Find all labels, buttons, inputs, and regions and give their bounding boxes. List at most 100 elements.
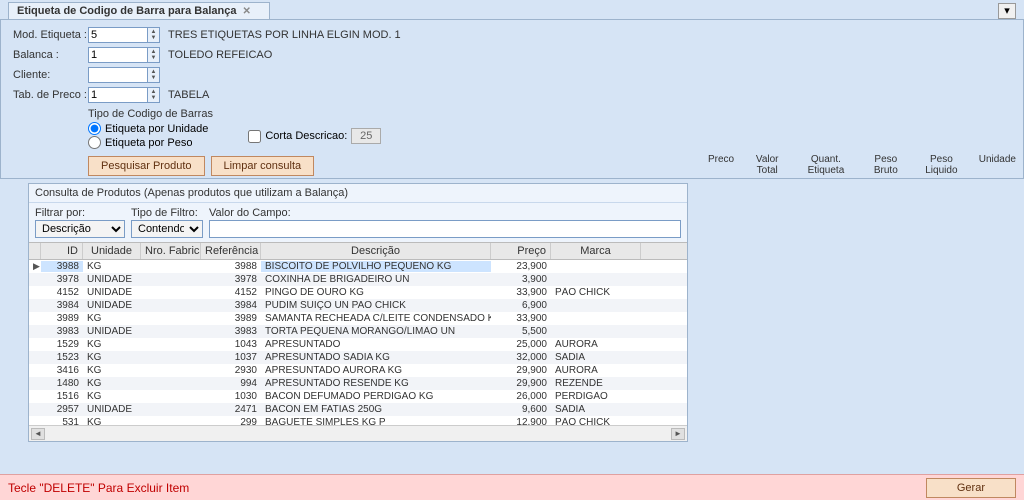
tab-preco-desc: TABELA [168, 89, 209, 101]
scroll-right-icon[interactable]: ► [671, 428, 685, 440]
cell-referencia: 3984 [201, 300, 261, 311]
valor-campo-input[interactable] [209, 220, 681, 238]
corta-descricao-value[interactable] [351, 128, 381, 144]
col-preco2: Preco [700, 152, 742, 178]
col-unidade[interactable]: Unidade [83, 243, 141, 259]
grid-header: ID Unidade Nro. Fabricante Referência De… [29, 242, 687, 260]
table-row[interactable]: 3984UNIDADE3984PUDIM SUIÇO UN PAO CHICK6… [29, 299, 687, 312]
col-nro-fabricante[interactable]: Nro. Fabricante [141, 243, 201, 259]
tab-preco-spinner[interactable]: ▲▼ [148, 87, 160, 103]
col-unidade2: Unidade [971, 152, 1024, 178]
cell-descricao: BACON DEFUMADO PERDIGAO KG [261, 391, 491, 402]
cell-preco: 9,600 [491, 404, 551, 415]
cell-unidade: UNIDADE [83, 404, 141, 415]
balanca-desc: TOLEDO REFEICAO [168, 49, 272, 61]
cliente-input[interactable] [88, 67, 148, 83]
col-quant-etiqueta: Quant. Etiqueta [792, 152, 859, 178]
grid-body[interactable]: ▶3988KG3988BISCOITO DE POLVILHO PEQUENO … [29, 260, 687, 425]
cell-unidade: KG [83, 378, 141, 389]
chevron-down-icon: ▾ [1004, 4, 1010, 17]
cell-id: 3989 [41, 313, 83, 324]
cell-descricao: PINGO DE OURO KG [261, 287, 491, 298]
mod-etiqueta-input[interactable] [88, 27, 148, 43]
active-tab[interactable]: Etiqueta de Codigo de Barra para Balança… [8, 2, 270, 19]
corta-descricao-checkbox[interactable] [248, 130, 261, 143]
table-row[interactable]: 1480KG994APRESUNTADO RESENDE KG29,900REZ… [29, 377, 687, 390]
col-preco[interactable]: Preço [491, 243, 551, 259]
delete-hint: Tecle "DELETE" Para Excluir Item [8, 481, 189, 495]
cell-referencia: 2930 [201, 365, 261, 376]
table-row[interactable]: 3983UNIDADE3983TORTA PEQUENA MORANGO/LIM… [29, 325, 687, 338]
cell-unidade: UNIDADE [83, 274, 141, 285]
window-menu-button[interactable]: ▾ [998, 3, 1016, 19]
table-row[interactable]: 3978UNIDADE3978COXINHA DE BRIGADEIRO UN3… [29, 273, 687, 286]
cell-marca: SADIA [551, 352, 641, 363]
cell-descricao: BISCOITO DE POLVILHO PEQUENO KG [261, 261, 491, 272]
radio-peso[interactable] [88, 136, 101, 149]
cell-unidade: KG [83, 313, 141, 324]
cell-id: 3416 [41, 365, 83, 376]
cell-descricao: PUDIM SUIÇO UN PAO CHICK [261, 300, 491, 311]
cell-descricao: APRESUNTADO RESENDE KG [261, 378, 491, 389]
cliente-spinner[interactable]: ▲▼ [148, 67, 160, 83]
cell-id: 1529 [41, 339, 83, 350]
cell-unidade: KG [83, 352, 141, 363]
tab-preco-label: Tab. de Preco : [13, 89, 88, 101]
cell-preco: 29,900 [491, 365, 551, 376]
right-grid-headers: Preco Valor Total Quant. Etiqueta Peso B… [700, 152, 1024, 178]
table-row[interactable]: 4152UNIDADE4152PINGO DE OURO KG33,900PÃO… [29, 286, 687, 299]
corta-descricao-label: Corta Descricao: [265, 130, 347, 142]
cell-preco: 33,900 [491, 313, 551, 324]
close-icon[interactable]: ✕ [242, 6, 250, 17]
consulta-produtos-panel: Consulta de Produtos (Apenas produtos qu… [28, 183, 688, 442]
table-row[interactable]: 531KG299BAGUETE SIMPLES KG P12,900PÃO CH… [29, 416, 687, 425]
tipo-filtro-select[interactable]: Contendo: [131, 220, 203, 238]
col-descricao[interactable]: Descrição [261, 243, 491, 259]
cell-marca: AURORA [551, 365, 641, 376]
cell-unidade: KG [83, 261, 141, 272]
col-id[interactable]: ID [41, 243, 83, 259]
scroll-left-icon[interactable]: ◄ [31, 428, 45, 440]
radio-unidade[interactable] [88, 122, 101, 135]
cell-id: 1523 [41, 352, 83, 363]
horizontal-scrollbar[interactable]: ◄ ► [29, 425, 687, 441]
mod-etiqueta-spinner[interactable]: ▲▼ [148, 27, 160, 43]
table-row[interactable]: 1516KG1030BACON DEFUMADO PERDIGAO KG26,0… [29, 390, 687, 403]
limpar-consulta-button[interactable]: Limpar consulta [211, 156, 315, 176]
cell-unidade: KG [83, 417, 141, 425]
balanca-input[interactable] [88, 47, 148, 63]
valor-campo-label: Valor do Campo: [209, 207, 681, 219]
cell-descricao: APRESUNTADO [261, 339, 491, 350]
filtrar-por-select[interactable]: Descrição [35, 220, 125, 238]
cell-id: 4152 [41, 287, 83, 298]
cell-preco: 23,900 [491, 261, 551, 272]
cell-descricao: TORTA PEQUENA MORANGO/LIMÃO UN [261, 326, 491, 337]
cell-marca: AURORA [551, 339, 641, 350]
cell-marca: PERDIGÃO [551, 391, 641, 402]
cell-preco: 26,000 [491, 391, 551, 402]
cell-referencia: 3978 [201, 274, 261, 285]
col-marca[interactable]: Marca [551, 243, 641, 259]
table-row[interactable]: 1529KG1043APRESUNTADO25,000AURORA [29, 338, 687, 351]
radio-unidade-label: Etiqueta por Unidade [105, 123, 208, 135]
balanca-spinner[interactable]: ▲▼ [148, 47, 160, 63]
table-row[interactable]: 2957UNIDADE2471BACON EM FATIAS 250G9,600… [29, 403, 687, 416]
barcode-type-title: Tipo de Codigo de Barras [88, 108, 1011, 120]
col-referencia[interactable]: Referência [201, 243, 261, 259]
products-grid: ID Unidade Nro. Fabricante Referência De… [29, 242, 687, 441]
table-row[interactable]: 3416KG2930APRESUNTADO AURORA KG29,900AUR… [29, 364, 687, 377]
cell-referencia: 3983 [201, 326, 261, 337]
cell-marca: SADIA [551, 404, 641, 415]
col-peso-liquido: Peso Liquido [912, 152, 971, 178]
mod-etiqueta-desc: TRES ETIQUETAS POR LINHA ELGIN MOD. 1 [168, 29, 401, 41]
table-row[interactable]: 3989KG3989SAMANTA RECHEADA C/LEITE CONDE… [29, 312, 687, 325]
cell-unidade: KG [83, 339, 141, 350]
table-row[interactable]: 1523KG1037APRESUNTADO SADIA KG32,000SADI… [29, 351, 687, 364]
tab-preco-input[interactable] [88, 87, 148, 103]
table-row[interactable]: ▶3988KG3988BISCOITO DE POLVILHO PEQUENO … [29, 260, 687, 273]
pesquisar-produto-button[interactable]: Pesquisar Produto [88, 156, 205, 176]
gerar-button[interactable]: Gerar [926, 478, 1016, 498]
tab-bar: Etiqueta de Codigo de Barra para Balança… [0, 0, 1024, 19]
cell-referencia: 1030 [201, 391, 261, 402]
filtrar-por-label: Filtrar por: [35, 207, 125, 219]
